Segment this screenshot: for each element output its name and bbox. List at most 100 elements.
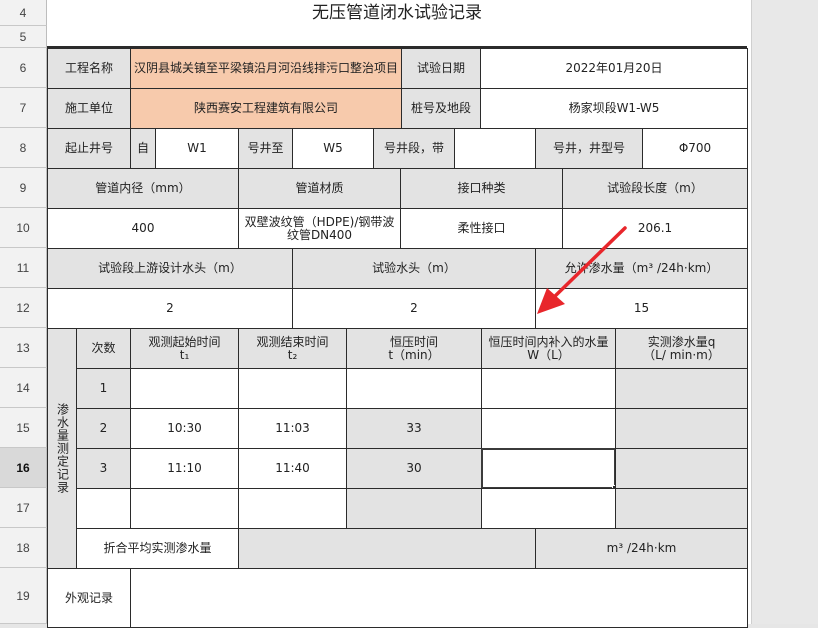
row-header-13[interactable]: 13 [0,328,47,368]
cell-start-2[interactable]: 10:30 [130,408,239,449]
cell-material[interactable]: 双壁波纹管（HDPE)/钢带波纹管DN400 [238,208,401,249]
cell-length-header[interactable]: 试验段长度（m） [562,168,748,209]
count-2: 2 [99,421,108,435]
joint-value: 柔性接口 [457,221,506,235]
cell-end-4[interactable] [238,488,347,529]
cell-upstream-head[interactable]: 2 [47,288,293,329]
cell-q-3[interactable] [615,448,748,489]
cell-mid[interactable]: 号井至 [238,128,293,169]
cell-blank-8[interactable] [454,128,536,169]
row-header-14[interactable]: 14 [0,368,47,408]
upstream-head-header: 试验段上游设计水头（m） [98,261,242,275]
cell-from[interactable]: 自 [130,128,156,169]
measured-seepage-sub: （L/ min·m） [643,347,720,362]
row-header-12[interactable]: 12 [0,288,47,328]
row-header-17[interactable]: 17 [0,488,47,528]
cell-duration-header[interactable]: 恒压时间 t（min） [346,328,482,369]
from-label: 自 [136,141,149,155]
tail-label: 号井段，带 [383,141,444,155]
cell-avg-value[interactable] [238,528,536,569]
cell-dur-3[interactable]: 30 [346,448,482,489]
row-header-9[interactable]: 9 [0,168,47,208]
cell-start-time-header[interactable]: 观测起始时间 t₁ [130,328,239,369]
cell-tail[interactable]: 号井段，带 [373,128,455,169]
cell-start-1[interactable] [130,368,239,409]
cell-material-header[interactable]: 管道材质 [238,168,401,209]
count-header: 次数 [91,341,116,355]
cell-water-3-selected[interactable] [481,448,616,489]
cell-end-time-header[interactable]: 观测结束时间 t₂ [238,328,347,369]
cell-n-3[interactable]: 3 [76,448,131,489]
joint-header: 接口种类 [457,181,506,195]
count-3: 3 [99,461,108,475]
cell-dur-4[interactable] [346,488,482,529]
cell-company-label[interactable]: 施工单位 [47,88,131,129]
cell-n-1[interactable]: 1 [76,368,131,409]
row-header-18[interactable]: 18 [0,528,47,568]
cell-joint-header[interactable]: 接口种类 [400,168,563,209]
cell-inner-diameter[interactable]: 400 [47,208,239,249]
spreadsheet-sheet[interactable]: 无压管道闭水试验记录 工程名称 汉阴县城关镇至平梁镇沿月河沿线排污口整治项目 试… [47,0,751,628]
cell-inner-diameter-header[interactable]: 管道内径（mm） [47,168,239,209]
cell-measured-header[interactable]: 实测渗水量q （L/ min·m） [615,328,748,369]
cell-well-label[interactable]: 起止井号 [47,128,131,169]
arrow-icon [537,226,627,314]
cell-dur-2[interactable]: 33 [346,408,482,449]
cell-end-well[interactable]: W5 [292,128,374,169]
cell-water-1[interactable] [481,368,616,409]
cell-side-label[interactable]: 渗水量测定记录 [47,328,77,569]
cell-q-4[interactable] [615,488,748,529]
cell-q-1[interactable] [615,368,748,409]
row-header-8[interactable]: 8 [0,128,47,168]
cell-type-label[interactable]: 号井，井型号 [535,128,643,169]
cell-count-header[interactable]: 次数 [76,328,131,369]
cell-start-4[interactable] [130,488,239,529]
cell-diameter[interactable]: Φ700 [642,128,748,169]
row-header-19[interactable]: 19 [0,568,47,624]
row-header-10[interactable]: 10 [0,208,47,248]
test-date: 2022年01月20日 [565,61,663,75]
start-well: W1 [187,141,207,155]
cell-n-4[interactable] [76,488,131,529]
row-header-15[interactable]: 15 [0,408,47,448]
cell-test-head[interactable]: 2 [292,288,536,329]
row-header-16[interactable]: 16 [0,448,47,488]
row-header-6[interactable]: 6 [0,48,47,88]
cell-water-header[interactable]: 恒压时间内补入的水量W（L） [481,328,616,369]
cell-date[interactable]: 2022年01月20日 [480,48,748,89]
test-head-header: 试验水头（m） [372,261,456,275]
row-header-7[interactable]: 7 [0,88,47,128]
cell-project-label[interactable]: 工程名称 [47,48,131,89]
cell-date-label[interactable]: 试验日期 [401,48,481,89]
length-value: 206.1 [637,221,673,235]
cell-test-head-header[interactable]: 试验水头（m） [292,248,536,289]
sheet-title[interactable]: 无压管道闭水试验记录 [47,0,747,26]
cell-start-3[interactable]: 11:10 [130,448,239,489]
cell-project-name[interactable]: 汉阴县城关镇至平梁镇沿月河沿线排污口整治项目 [130,48,402,89]
cell-start-well[interactable]: W1 [155,128,239,169]
cell-appearance[interactable] [130,568,748,628]
cell-appearance-label[interactable]: 外观记录 [47,568,131,628]
cell-end-2[interactable]: 11:03 [238,408,347,449]
row-header-11[interactable]: 11 [0,248,47,288]
row-header-5[interactable]: 5 [0,26,47,48]
cell-segment[interactable]: 杨家坝段W1-W5 [480,88,748,129]
cell-n-2[interactable]: 2 [76,408,131,449]
cell-end-1[interactable] [238,368,347,409]
cell-dur-1[interactable] [346,368,482,409]
row-header-4[interactable]: 4 [0,0,47,26]
start-time-header: 观测起始时间 [148,334,221,349]
cell-water-4[interactable] [481,488,616,529]
cell-company[interactable]: 陕西赛安工程建筑有限公司 [130,88,402,129]
cell-end-3[interactable]: 11:40 [238,448,347,489]
cell-avg-unit[interactable]: m³ /24h·km [535,528,748,569]
end-time-sub: t₂ [287,347,298,362]
cell-water-2[interactable] [481,408,616,449]
cell-upstream-head-header[interactable]: 试验段上游设计水头（m） [47,248,293,289]
blank-row-5[interactable] [47,26,747,48]
cell-q-2[interactable] [615,408,748,449]
start-time-sub: t₁ [179,347,190,362]
cell-segment-label[interactable]: 桩号及地段 [401,88,481,129]
cell-avg-label[interactable]: 折合平均实测渗水量 [76,528,239,569]
length-header: 试验段长度（m） [607,181,703,195]
